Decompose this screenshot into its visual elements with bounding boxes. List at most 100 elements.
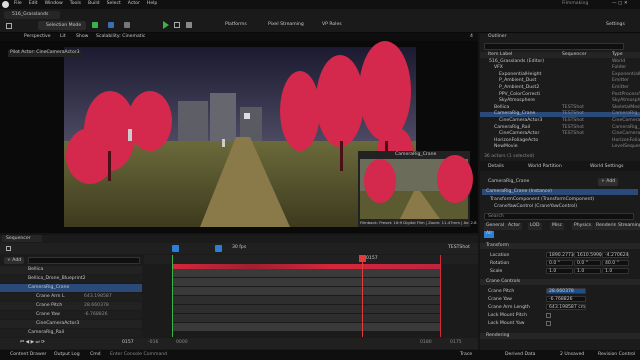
- lock-pitch-checkbox[interactable]: [546, 313, 551, 318]
- outliner-row[interactable]: P_Ambient_Dust Emitter: [480, 79, 640, 85]
- sequencer-track[interactable]: Bellica_Drone_Blueprint2: [0, 275, 142, 283]
- vp-roles-button[interactable]: VP Roles: [322, 22, 342, 28]
- rendering-section[interactable]: Rendering: [480, 333, 640, 339]
- content-drawer-button[interactable]: Content Drawer: [10, 352, 46, 358]
- output-log-button[interactable]: Output Log: [54, 352, 80, 358]
- menu-item[interactable]: Edit: [29, 1, 38, 6]
- fps-dropdown[interactable]: 30 fps: [232, 245, 246, 251]
- crane-arm-field[interactable]: 643.198587 cm: [546, 304, 586, 310]
- lock-yaw-checkbox[interactable]: [546, 321, 551, 326]
- start-range-line[interactable]: [172, 255, 173, 337]
- outliner-row[interactable]: ExponentialHeight ExponentialH: [480, 72, 640, 78]
- filter-tab[interactable]: Actor: [506, 223, 523, 230]
- magnet-icon[interactable]: [215, 245, 222, 252]
- filter-tab[interactable]: LOD: [528, 223, 542, 230]
- project-tab[interactable]: 516_Grasslands: [4, 11, 60, 19]
- menu-item[interactable]: File: [14, 1, 22, 6]
- track-value[interactable]: 643.198587: [84, 294, 112, 300]
- cinematics-icon[interactable]: [124, 22, 130, 28]
- location-z[interactable]: -4.270624: [602, 252, 629, 258]
- derived-data-button[interactable]: Derived Data: [505, 352, 535, 358]
- sequencer-track[interactable]: Crane Arm L 643.198587: [0, 293, 142, 301]
- sequencer-track[interactable]: Crane Pitch 28.660378: [0, 302, 142, 310]
- filter-tab[interactable]: Streaming: [616, 223, 640, 230]
- outliner-row[interactable]: Bellica TESTShot SkeletalMeshA: [480, 105, 640, 111]
- sequencer-track[interactable]: Crane Yaw -6.768826: [0, 311, 142, 319]
- rotation-z[interactable]: 40.0 °: [602, 260, 629, 266]
- shot-breadcrumb[interactable]: TESTShot: [448, 245, 470, 251]
- section-bar-cine[interactable]: [172, 323, 440, 331]
- tab-world-settings[interactable]: World Settings: [590, 164, 623, 170]
- step-icon[interactable]: [174, 22, 180, 28]
- perspective-button[interactable]: Perspective: [24, 34, 51, 40]
- lit-button[interactable]: Lit: [60, 34, 66, 40]
- filter-tab[interactable]: General: [484, 223, 507, 230]
- platforms-button[interactable]: Platforms: [225, 22, 247, 28]
- rotation-x[interactable]: 0.0 °: [546, 260, 573, 266]
- outliner-row[interactable]: SkyAtmosphere SkyAtmosphere: [480, 98, 640, 105]
- section-bar-crane[interactable]: [172, 287, 440, 295]
- console-input[interactable]: Enter Console Command: [110, 352, 167, 358]
- level-viewport[interactable]: Pilot Actor: CineCameraActor3 CameraRig_…: [0, 41, 478, 233]
- filter-tab[interactable]: All: [484, 231, 494, 238]
- play-icon[interactable]: [163, 21, 169, 29]
- sequencer-tab[interactable]: Sequencer: [2, 235, 42, 242]
- crane-pitch-field[interactable]: 28.660378: [546, 288, 586, 294]
- blueprint-icon[interactable]: [108, 22, 114, 28]
- track-value[interactable]: -6.768826: [84, 312, 108, 318]
- sequencer-track[interactable]: Bellica: [0, 266, 142, 274]
- sequencer-add-button[interactable]: + Add: [4, 257, 24, 264]
- sequencer-track[interactable]: CameraRig_Crane: [0, 284, 142, 292]
- save-icon[interactable]: [6, 23, 12, 29]
- pixel-streaming-button[interactable]: Pixel Streaming: [268, 22, 304, 28]
- outliner-row[interactable]: NewMovie LevelSequen: [480, 145, 640, 151]
- sequencer-save-icon[interactable]: [6, 246, 11, 251]
- cmd-dropdown[interactable]: Cmd: [90, 352, 101, 358]
- add-actor-icon[interactable]: [92, 22, 98, 28]
- sequencer-track[interactable]: CameraRig_Rail: [0, 329, 142, 337]
- show-button[interactable]: Show: [76, 34, 88, 40]
- settings-button[interactable]: Settings: [606, 22, 625, 28]
- scale-z[interactable]: 1.0: [602, 268, 629, 274]
- menu-item[interactable]: Help: [147, 1, 157, 6]
- current-frame-field[interactable]: 0157: [122, 340, 134, 346]
- component-transform[interactable]: TransformComponent (TransformComponent): [490, 197, 594, 203]
- outliner-row[interactable]: HorizonFoliageActo HorizonFolia: [480, 138, 640, 144]
- outliner-row[interactable]: P_Ambient_Dust2 Emitter: [480, 85, 640, 91]
- sequencer-search-input[interactable]: [28, 257, 140, 264]
- outliner-row[interactable]: VFX Folder: [480, 65, 640, 72]
- filter-tab[interactable]: Physics: [572, 223, 593, 230]
- playback-controls[interactable]: ⏮ ◀ ▶ ⏭ ⟳: [20, 340, 45, 346]
- revision-control-button[interactable]: Revision Control: [598, 352, 635, 358]
- outliner-row[interactable]: CineCameraActor3 TESTShot CineCameraA: [480, 118, 640, 124]
- menu-item[interactable]: Window: [45, 1, 63, 6]
- playhead-handle[interactable]: [359, 255, 366, 262]
- scale-x[interactable]: 1.0: [546, 268, 573, 274]
- track-value[interactable]: 28.660378: [84, 303, 109, 309]
- details-search-input[interactable]: Search: [484, 213, 634, 220]
- menu-item[interactable]: Select: [107, 1, 121, 6]
- playhead[interactable]: [362, 255, 363, 337]
- scale-y[interactable]: 1.0: [574, 268, 601, 274]
- end-range-line[interactable]: [440, 255, 441, 337]
- instance-row[interactable]: CameraRig_Crane (Instance): [482, 189, 638, 195]
- section-bar-bellica[interactable]: [172, 269, 440, 277]
- selection-mode-dropdown[interactable]: Selection Mode: [38, 21, 86, 30]
- details-add-button[interactable]: + Add: [598, 178, 618, 186]
- trace-button[interactable]: Trace: [460, 352, 472, 358]
- section-bar-arm[interactable]: [172, 296, 440, 304]
- window-controls[interactable]: — ▢ ✕: [612, 1, 628, 7]
- outliner-row[interactable]: CineCameraActor TESTShot CineCameraA: [480, 131, 640, 138]
- sequencer-track[interactable]: CineCameraActor3: [0, 320, 142, 328]
- crane-controls-section[interactable]: Crane Controls: [480, 279, 640, 285]
- stop-icon[interactable]: [186, 22, 192, 28]
- menu-item[interactable]: Build: [88, 1, 100, 6]
- outliner-row[interactable]: CameraRig_Rail TESTShot CameraRig_Ra: [480, 125, 640, 131]
- menu-item[interactable]: Actor: [128, 1, 140, 6]
- component-crane-yaw[interactable]: CraneYawControl (CraneYawControl): [494, 204, 577, 210]
- outliner-row[interactable]: CameraRig_Crane TESTShot CameraRig_Cr: [480, 112, 640, 118]
- scalability-button[interactable]: Scalability: Cinematic: [96, 34, 145, 40]
- outliner-row[interactable]: 516_Grasslands (Editor) World: [480, 59, 640, 65]
- camera-speed[interactable]: 4: [470, 34, 473, 40]
- location-y[interactable]: 1610.5990: [574, 252, 602, 258]
